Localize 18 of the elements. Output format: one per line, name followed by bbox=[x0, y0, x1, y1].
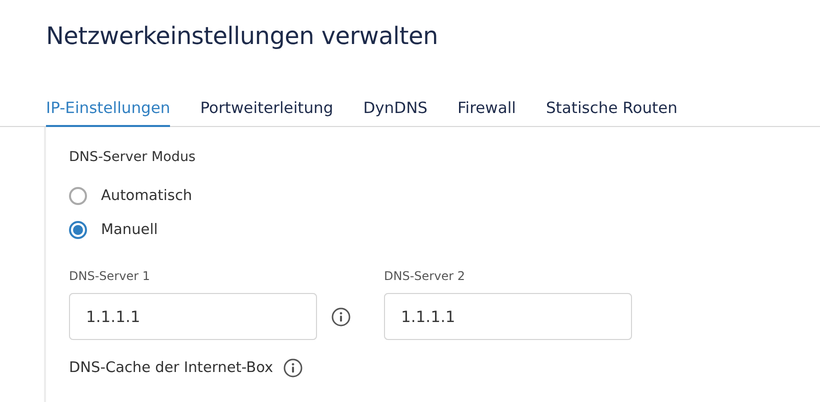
page-title: Netzwerkeinstellungen verwalten bbox=[45, 21, 439, 52]
tab[interactable]: Statische Routen bbox=[546, 92, 678, 127]
radio-button[interactable] bbox=[69, 221, 87, 239]
tab[interactable]: Firewall bbox=[458, 92, 516, 127]
info-icon[interactable] bbox=[283, 358, 304, 378]
field-label: DNS-Server 1 bbox=[69, 269, 151, 283]
input-field[interactable]: 1.1.1.1 bbox=[384, 293, 632, 340]
radio-label: Automatisch bbox=[101, 188, 192, 204]
section-label: DNS-Cache der Internet-Box bbox=[69, 360, 274, 376]
section-label: DNS-Server Modus bbox=[69, 149, 197, 165]
tab[interactable]: Portweiterleitung bbox=[200, 92, 334, 127]
tab[interactable]: DynDNS bbox=[363, 92, 428, 127]
radio-button[interactable] bbox=[69, 187, 87, 205]
input-field[interactable]: 1.1.1.1 bbox=[69, 293, 317, 340]
radio-label: Manuell bbox=[101, 222, 158, 238]
field-label: DNS-Server 2 bbox=[384, 269, 466, 283]
info-icon[interactable] bbox=[331, 306, 351, 326]
tab[interactable]: IP-Einstellungen bbox=[46, 92, 170, 127]
